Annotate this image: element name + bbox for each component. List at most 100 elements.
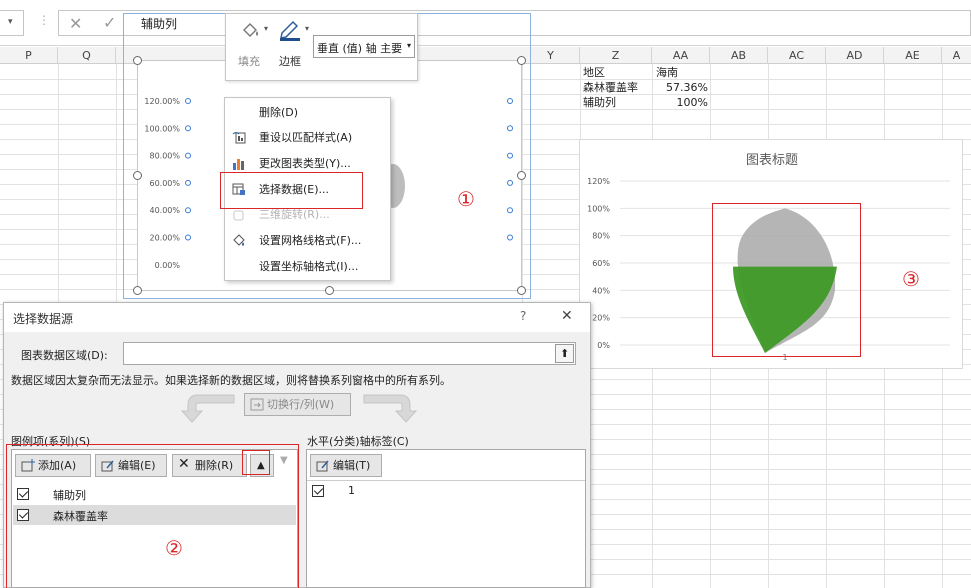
gridline-handle[interactable] — [185, 234, 191, 241]
column-header-ac[interactable]: AC — [768, 47, 826, 64]
column-header-p[interactable]: P — [0, 47, 58, 64]
gridline-handle[interactable] — [507, 98, 513, 104]
switch-icon — [250, 398, 264, 411]
chevron-down-icon[interactable]: ▾ — [407, 41, 411, 50]
menu-item-gridline-format[interactable]: 设置网格线格式(F)... — [225, 228, 390, 253]
confirm-icon[interactable]: ✓ — [103, 13, 116, 32]
reset-style-icon — [232, 132, 246, 144]
menu-item-axis-format-label: 设置坐标轴格式(I)... — [259, 260, 359, 273]
column-header-ab[interactable]: AB — [710, 47, 768, 64]
chart-range-input[interactable]: ⬆ — [123, 342, 576, 365]
axis-label-1-checkbox[interactable] — [312, 485, 324, 497]
edit-axis-labels-label: 编辑(T) — [333, 459, 371, 472]
gridline-handle[interactable] — [507, 125, 513, 132]
gridline-handle[interactable] — [507, 207, 513, 214]
left-axis-tick-label: 80.00% — [149, 152, 180, 161]
resize-handle-top-left[interactable] — [133, 56, 142, 65]
switch-row-column-button[interactable]: 切换行/列(W) — [244, 393, 351, 416]
annotation-three: ③ — [902, 267, 920, 291]
border-pen-icon[interactable] — [278, 19, 302, 41]
bar-chart-icon — [233, 159, 244, 170]
menu-item-3d-rotation-label: 三维旋转(R)... — [259, 208, 330, 221]
cell-z2[interactable]: 森林覆盖率 — [583, 80, 638, 95]
y-axis-tick-label: 20% — [592, 314, 610, 323]
fill-bucket-icon[interactable] — [240, 20, 262, 40]
cancel-icon[interactable]: ✕ — [69, 14, 82, 33]
menu-item-delete[interactable]: 删除(D) — [225, 100, 390, 125]
resize-handle-bottom-right[interactable] — [517, 286, 526, 295]
gridline-handle[interactable] — [185, 152, 191, 159]
highlight-select-data — [220, 172, 363, 209]
gridline-handle[interactable] — [507, 152, 513, 159]
cell-aa2[interactable]: 57.36% — [652, 80, 708, 95]
gridline-handle[interactable] — [185, 98, 191, 104]
range-info-text: 数据区域因太复杂而无法显示。如果选择新的数据区域，则将替换系列窗格中的所有系列。 — [11, 374, 451, 387]
menu-item-reset-style[interactable]: 重设以匹配样式(A) — [225, 125, 390, 150]
chart-element-select[interactable]: 垂直 (值) 轴 主要 ▾ — [313, 35, 415, 58]
column-header-aa[interactable]: AA — [652, 47, 710, 64]
annotation-one: ① — [457, 187, 475, 211]
mini-toolbar: ▾ 填充 ▾ 边框 垂直 (值) 轴 主要 ▾ — [225, 13, 418, 81]
name-box[interactable]: ▾ — [0, 10, 24, 36]
arrow-right-icon — [363, 394, 418, 423]
cell-aa3[interactable]: 100% — [652, 95, 708, 110]
arrow-left-icon — [180, 394, 235, 423]
cell-z3[interactable]: 辅助列 — [583, 95, 616, 110]
help-button[interactable]: ? — [520, 309, 526, 323]
dialog-titlebar: 选择数据源 ? ✕ — [4, 303, 590, 332]
column-header-af[interactable]: A — [942, 47, 971, 64]
left-axis-tick-label: 100.00% — [144, 124, 180, 133]
left-axis-tick-label: 60.00% — [149, 179, 180, 188]
cell-aa1[interactable]: 海南 — [656, 65, 678, 80]
format-paint-icon — [233, 234, 245, 246]
switch-row-column-label: 切换行/列(W) — [267, 398, 335, 411]
highlight-move-up — [242, 450, 270, 475]
menu-item-gridline-format-label: 设置网格线格式(F)... — [259, 234, 362, 247]
resize-handle-left[interactable] — [133, 171, 142, 180]
left-axis-tick-label: 0.00% — [155, 261, 181, 270]
column-header-z[interactable]: Z — [580, 47, 652, 64]
y-axis-tick-label: 80% — [592, 232, 610, 241]
border-label[interactable]: 边框 — [279, 53, 301, 69]
resize-handle-bottom[interactable] — [325, 286, 334, 295]
left-axis-tick-label: 40.00% — [149, 206, 180, 215]
edit-axis-labels-button[interactable]: 编辑(T) — [310, 454, 382, 477]
gridline-handle[interactable] — [507, 179, 513, 186]
resize-handle-right[interactable] — [517, 171, 526, 180]
menu-item-change-chart-type-label: 更改图表类型(Y)... — [259, 157, 351, 170]
column-header-ad[interactable]: AD — [826, 47, 884, 64]
chevron-down-icon[interactable]: ▾ — [8, 17, 13, 27]
gridline-handle[interactable] — [185, 125, 191, 132]
resize-handle-bottom-left[interactable] — [133, 286, 142, 295]
menu-item-delete-label: 删除(D) — [259, 106, 299, 119]
fill-label[interactable]: 填充 — [238, 53, 260, 69]
y-axis-tick-label: 0% — [597, 341, 610, 350]
axis-labels-panel: 编辑(T) 1 — [306, 449, 586, 588]
y-axis-tick-label: 120% — [587, 177, 610, 186]
gridline-handle[interactable] — [185, 207, 191, 214]
3d-rotation-icon — [233, 210, 244, 221]
menu-item-reset-style-label: 重设以匹配样式(A) — [259, 131, 353, 144]
highlight-leaf-chart — [712, 203, 861, 357]
gridline-handle[interactable] — [185, 179, 191, 186]
axis-label-1-name: 1 — [348, 484, 355, 497]
gridline-handle[interactable] — [507, 234, 513, 241]
fill-dropdown-icon[interactable]: ▾ — [264, 24, 268, 33]
y-axis-tick-label: 40% — [592, 286, 610, 295]
column-header-q[interactable]: Q — [58, 47, 116, 64]
left-axis-tick-label: 120.00% — [144, 97, 180, 106]
cell-z1[interactable]: 地区 — [583, 65, 605, 80]
annotation-two: ② — [165, 536, 183, 560]
column-header-ae[interactable]: AE — [884, 47, 942, 64]
collapse-dialog-button[interactable]: ⬆ — [555, 344, 574, 363]
menu-item-axis-format[interactable]: 设置坐标轴格式(I)... — [225, 254, 390, 279]
edit-icon — [316, 460, 329, 472]
chart-range-label: 图表数据区域(D): — [21, 349, 108, 362]
close-button[interactable]: ✕ — [561, 308, 573, 324]
border-dropdown-icon[interactable]: ▾ — [305, 24, 309, 33]
left-axis-tick-label: 20.00% — [149, 234, 180, 243]
collapse-arrow-icon: ⬆ — [560, 347, 570, 360]
resize-handle-top-right[interactable] — [517, 56, 526, 65]
axis-label-row-1[interactable]: 1 — [308, 482, 584, 502]
chart-element-value: 垂直 (值) 轴 主要 — [317, 42, 403, 55]
